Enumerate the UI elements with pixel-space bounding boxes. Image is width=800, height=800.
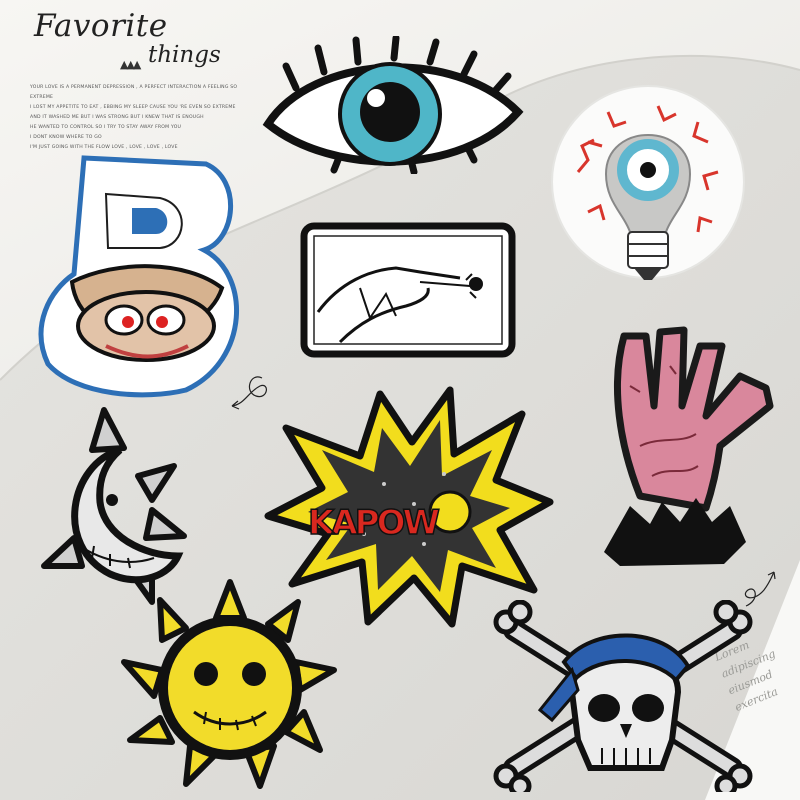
lyrics-line: AND IT WASHED ME BUT I WAS STRONG BUT I … [30,115,204,120]
lyrics-text: YOUR LOVE IS A PERMANENT DEPRESSION , A … [30,83,245,153]
letter-b-oyster-patch [38,155,240,398]
lyrics-line: HE WANTED TO CONTROL SO I TRY TO STAY AW… [30,125,182,130]
lightbulb-eyeball-patch [551,85,745,280]
sun-skull-patch [121,579,337,789]
triangle-ornament: ▲▲▲ [120,58,141,71]
pirate-skull-patch [493,600,753,792]
lyrics-line: YOUR LOVE IS A PERMANENT DEPRESSION , A … [30,85,238,100]
spiked-moon-patch [41,407,187,605]
kapow-text: KAPOW [308,503,439,543]
zombie-hand-patch [604,326,774,566]
lyrics-line: I LOST MY APPETITE TO EAT , EBBING MY SL… [30,105,236,110]
lyrics-line: I DONT KNOW WHERE TO GO [30,135,102,140]
subheadline: things [148,42,221,68]
hand-rose-patch [300,222,516,358]
product-photo: Favorite ▲▲▲ things YOUR LOVE IS A PERMA… [0,0,800,800]
headline: Favorite [34,8,168,44]
eye-patch [262,36,524,174]
